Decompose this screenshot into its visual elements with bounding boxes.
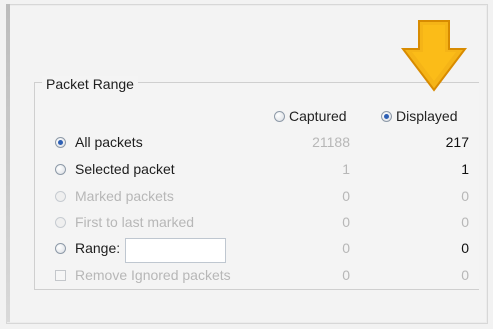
remove-ignored-packets-captured-count: 0 — [342, 267, 350, 283]
range-label: Range: — [75, 240, 121, 256]
all-packets-radio-icon[interactable] — [55, 137, 66, 148]
marked-packets-label: Marked packets — [75, 188, 174, 204]
row-range[interactable]: Range: 0 0 — [55, 238, 475, 263]
captured-radio-icon[interactable] — [274, 110, 285, 122]
captured-header-option[interactable]: Captured — [274, 108, 347, 124]
marked-packets-radio-icon — [55, 191, 66, 202]
selected-packet-captured-count: 1 — [342, 161, 350, 177]
captured-column-label: Captured — [289, 108, 347, 124]
displayed-radio-icon[interactable] — [381, 110, 392, 122]
down-arrow-icon — [400, 20, 468, 92]
selected-packet-radio-icon[interactable] — [55, 164, 66, 175]
first-to-last-marked-displayed-count: 0 — [461, 214, 469, 230]
first-to-last-marked-captured-count: 0 — [342, 214, 350, 230]
remove-ignored-packets-label: Remove Ignored packets — [75, 267, 231, 283]
first-to-last-marked-label: First to last marked — [75, 214, 195, 230]
row-selected-packet[interactable]: Selected packet 1 1 — [55, 159, 475, 181]
marked-packets-captured-count: 0 — [342, 188, 350, 204]
all-packets-captured-count: 21188 — [312, 134, 350, 150]
displayed-header-option[interactable]: Displayed — [381, 108, 457, 124]
range-captured-count: 0 — [342, 240, 350, 256]
selected-packet-label: Selected packet — [75, 161, 175, 177]
row-all-packets[interactable]: All packets 21188 217 — [55, 132, 475, 154]
first-to-last-marked-radio-icon — [55, 217, 66, 228]
marked-packets-displayed-count: 0 — [461, 188, 469, 204]
window-border — [6, 4, 10, 322]
row-remove-ignored-packets: Remove Ignored packets 0 0 — [55, 265, 475, 287]
displayed-column-label: Displayed — [396, 108, 458, 124]
range-displayed-count: 0 — [461, 240, 469, 256]
row-marked-packets: Marked packets 0 0 — [55, 186, 475, 208]
all-packets-displayed-count: 217 — [445, 134, 469, 150]
remove-ignored-packets-displayed-count: 0 — [461, 267, 469, 283]
packet-range-title: Packet Range — [42, 76, 138, 92]
all-packets-label: All packets — [75, 134, 143, 150]
row-first-to-last-marked: First to last marked 0 0 — [55, 212, 475, 234]
selected-packet-displayed-count: 1 — [461, 161, 469, 177]
remove-ignored-packets-checkbox-icon — [55, 270, 66, 281]
range-input[interactable] — [125, 238, 226, 263]
range-radio-icon[interactable] — [55, 243, 66, 254]
